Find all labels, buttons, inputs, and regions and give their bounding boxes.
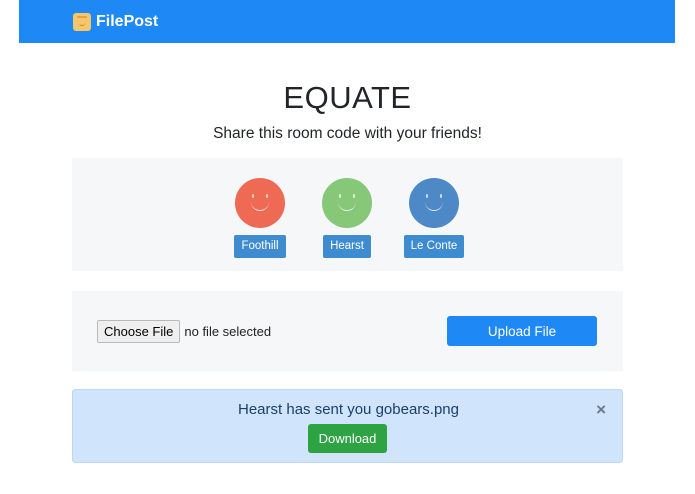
member-button-le-conte[interactable]: Le Conte	[403, 235, 465, 258]
file-received-alert: Hearst has sent you gobears.png × Downlo…	[72, 389, 623, 463]
room-code: EQUATE	[283, 80, 412, 115]
smiley-face-icon	[409, 178, 459, 228]
file-status: no file selected	[184, 324, 272, 339]
smiley-face-icon	[235, 178, 285, 228]
members-panel: Foothill Hearst Le Conte	[72, 158, 623, 271]
file-input[interactable]: Choose File no file selected	[97, 320, 271, 343]
file-post-logo-icon	[73, 12, 91, 31]
member-foothill: Foothill	[220, 178, 300, 258]
alert-message: Hearst has sent you gobears.png	[238, 401, 459, 418]
brand-name: FilePost	[96, 12, 159, 30]
brand-link[interactable]: FilePost	[73, 12, 159, 31]
room-subtitle: Share this room code with your friends!	[213, 125, 482, 142]
member-le-conte: Le Conte	[394, 178, 474, 258]
upload-file-button[interactable]: Upload File	[447, 316, 597, 346]
upload-panel: Choose File no file selected Upload File	[72, 291, 623, 371]
smiley-face-icon	[322, 178, 372, 228]
choose-file-button[interactable]: Choose File	[97, 320, 181, 343]
download-button[interactable]: Download	[308, 424, 387, 453]
navbar: FilePost	[19, 0, 675, 43]
close-icon[interactable]: ×	[596, 400, 606, 420]
member-hearst: Hearst	[307, 178, 387, 258]
member-button-hearst[interactable]: Hearst	[323, 235, 371, 258]
member-button-foothill[interactable]: Foothill	[234, 235, 286, 258]
